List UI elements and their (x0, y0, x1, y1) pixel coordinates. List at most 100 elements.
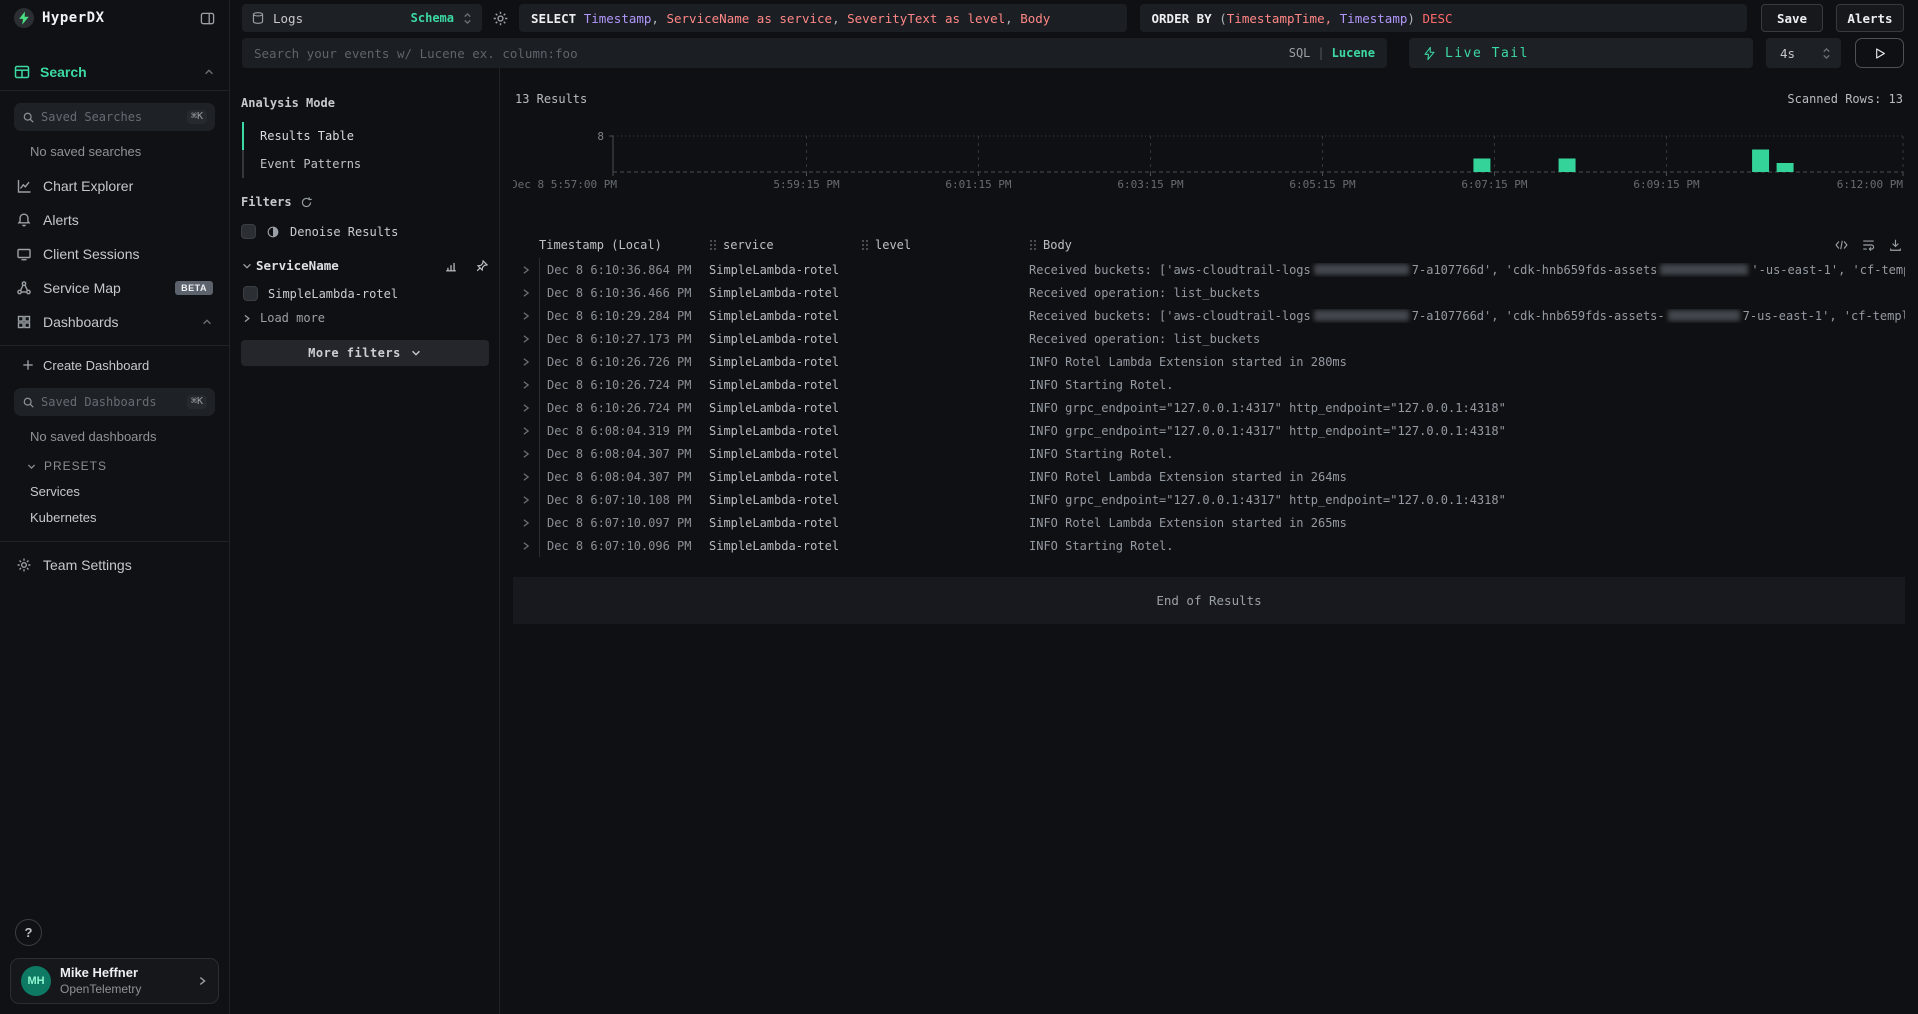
sidebar-item-chart-explorer[interactable]: Chart Explorer (0, 169, 229, 203)
expand-row-button[interactable] (513, 403, 539, 413)
table-row[interactable]: Dec 8 6:10:26.724 PMSimpleLambda-rotelIN… (513, 373, 1905, 396)
sidebar-item-alerts[interactable]: Alerts (0, 203, 229, 237)
avatar: MH (21, 966, 51, 996)
presets-toggle[interactable]: PRESETS (26, 459, 215, 473)
more-filters-button[interactable]: More filters (241, 340, 489, 366)
saved-searches-input[interactable]: ⌘K (14, 103, 215, 131)
facet-value-checkbox[interactable] (243, 286, 258, 301)
expand-row-button[interactable] (513, 357, 539, 367)
column-header-service[interactable]: service (709, 238, 861, 252)
denoise-results-option[interactable]: Denoise Results (241, 224, 489, 239)
sidebar-item-services[interactable]: Services (30, 484, 215, 499)
chevron-right-icon (521, 472, 531, 482)
download-button[interactable] (1888, 238, 1903, 252)
column-header-level[interactable]: level (861, 238, 1029, 252)
lucene-mode-button[interactable]: Lucene (1332, 46, 1375, 60)
expand-row-button[interactable] (513, 541, 539, 551)
select-tokens: Timestamp, ServiceName as service, Sever… (584, 11, 1051, 26)
facet-chart-button[interactable] (444, 259, 458, 273)
refresh-interval-select[interactable]: 4s (1766, 38, 1841, 68)
source-settings-button[interactable] (492, 10, 509, 27)
run-query-button[interactable] (1855, 38, 1904, 68)
drag-handle-icon[interactable] (861, 239, 869, 251)
expand-row-button[interactable] (513, 472, 539, 482)
live-tail-button[interactable]: Live Tail (1409, 38, 1753, 68)
table-row[interactable]: Dec 8 6:08:04.319 PMSimpleLambda-rotelIN… (513, 419, 1905, 442)
sidebar-item-dashboards[interactable]: Dashboards (0, 305, 229, 339)
chevron-right-icon (196, 975, 208, 987)
order-by-input[interactable]: ORDER BY (TimestampTime, Timestamp) DESC (1140, 4, 1748, 32)
sidebar-item-kubernetes[interactable]: Kubernetes (30, 510, 215, 525)
chevron-right-icon (521, 518, 531, 528)
sidebar-item-search[interactable]: Search (0, 58, 229, 90)
histogram-bar[interactable] (1752, 150, 1769, 173)
help-button[interactable]: ? (15, 919, 42, 946)
table-row[interactable]: Dec 8 6:10:26.724 PMSimpleLambda-rotelIN… (513, 396, 1905, 419)
collapse-sidebar-icon[interactable] (200, 11, 215, 26)
alerts-button[interactable]: Alerts (1836, 4, 1904, 32)
facet-group-servicename[interactable]: ServiceName (241, 258, 489, 273)
table-row[interactable]: Dec 8 6:07:10.097 PMSimpleLambda-rotelIN… (513, 511, 1905, 534)
sidebar-item-service-map[interactable]: Service Map BETA (0, 271, 229, 305)
sidebar-item-team-settings[interactable]: Team Settings (0, 548, 229, 582)
content: Analysis Mode Results Table Event Patter… (230, 68, 1918, 1014)
load-more-button[interactable]: Load more (241, 311, 489, 325)
query-row: Logs Schema SELECT Timestamp, ServiceNam… (242, 4, 1904, 32)
expand-row-button[interactable] (513, 334, 539, 344)
select-statement-input[interactable]: SELECT Timestamp, ServiceName as service… (519, 4, 1127, 32)
event-search-input[interactable] (254, 46, 1289, 61)
chevron-right-icon (521, 265, 531, 275)
expand-row-button[interactable] (513, 311, 539, 321)
user-menu[interactable]: MH Mike Heffner OpenTelemetry (10, 958, 219, 1004)
facet-pin-button[interactable] (475, 259, 489, 273)
histogram-bar[interactable] (1473, 159, 1490, 173)
mode-results-table[interactable]: Results Table (244, 122, 489, 150)
table-row[interactable]: Dec 8 6:07:10.096 PMSimpleLambda-rotelIN… (513, 534, 1905, 557)
cell-body: INFO Starting Rotel. (1029, 539, 1905, 553)
expand-row-button[interactable] (513, 380, 539, 390)
source-select[interactable]: Logs Schema (242, 4, 482, 32)
wrap-lines-button[interactable] (1861, 238, 1876, 252)
saved-dashboards-input[interactable]: ⌘K (14, 388, 215, 416)
expand-row-button[interactable] (513, 288, 539, 298)
body-text: 7-a107766d', 'cdk-hnb659fds-assets (1412, 263, 1658, 277)
saved-searches-field[interactable] (41, 110, 181, 124)
mode-event-patterns[interactable]: Event Patterns (244, 150, 489, 178)
column-header-timestamp[interactable]: Timestamp (Local) (539, 238, 709, 252)
facet-value-row[interactable]: SimpleLambda-rotel (241, 286, 489, 301)
expand-row-button[interactable] (513, 265, 539, 275)
table-row[interactable]: Dec 8 6:10:36.466 PMSimpleLambda-rotelRe… (513, 281, 1905, 304)
source-code-button[interactable] (1834, 238, 1849, 252)
table-row[interactable]: Dec 8 6:08:04.307 PMSimpleLambda-rotelIN… (513, 465, 1905, 488)
table-row[interactable]: Dec 8 6:10:29.284 PMSimpleLambda-rotelRe… (513, 304, 1905, 327)
sidebar-item-client-sessions[interactable]: Client Sessions (0, 237, 229, 271)
expand-row-button[interactable] (513, 495, 539, 505)
sql-mode-button[interactable]: SQL (1289, 46, 1311, 60)
redacted-text (1668, 310, 1740, 321)
table-row[interactable]: Dec 8 6:10:27.173 PMSimpleLambda-rotelRe… (513, 327, 1905, 350)
denoise-checkbox[interactable] (241, 224, 256, 239)
results-histogram[interactable]: Dec 8 5:57:00 PM5:59:15 PM6:01:15 PM6:03… (513, 128, 1905, 192)
saved-dashboards-field[interactable] (41, 395, 181, 409)
histogram-chart[interactable]: Dec 8 5:57:00 PM5:59:15 PM6:01:15 PM6:03… (513, 128, 1905, 192)
expand-row-button[interactable] (513, 426, 539, 436)
drag-handle-icon[interactable] (709, 239, 717, 251)
column-header-body[interactable]: Body (1029, 238, 1905, 252)
expand-row-button[interactable] (513, 449, 539, 459)
table-row[interactable]: Dec 8 6:10:26.726 PMSimpleLambda-rotelIN… (513, 350, 1905, 373)
event-search-box[interactable]: SQL | Lucene (242, 38, 1387, 68)
table-row[interactable]: Dec 8 6:10:36.864 PMSimpleLambda-rotelRe… (513, 258, 1905, 281)
histogram-bar[interactable] (1777, 163, 1794, 172)
chevron-up-icon[interactable] (201, 316, 213, 328)
drag-handle-icon[interactable] (1029, 239, 1037, 251)
refresh-icon[interactable] (300, 196, 313, 209)
chevron-down-icon (241, 260, 253, 272)
table-row[interactable]: Dec 8 6:07:10.108 PMSimpleLambda-rotelIN… (513, 488, 1905, 511)
filters-label: Filters (241, 195, 292, 209)
histogram-bar[interactable] (1559, 159, 1576, 173)
expand-row-button[interactable] (513, 518, 539, 528)
table-row[interactable]: Dec 8 6:08:04.307 PMSimpleLambda-rotelIN… (513, 442, 1905, 465)
save-button[interactable]: Save (1761, 4, 1823, 32)
create-dashboard-button[interactable]: Create Dashboard (0, 350, 229, 380)
chevron-up-icon[interactable] (203, 66, 215, 78)
